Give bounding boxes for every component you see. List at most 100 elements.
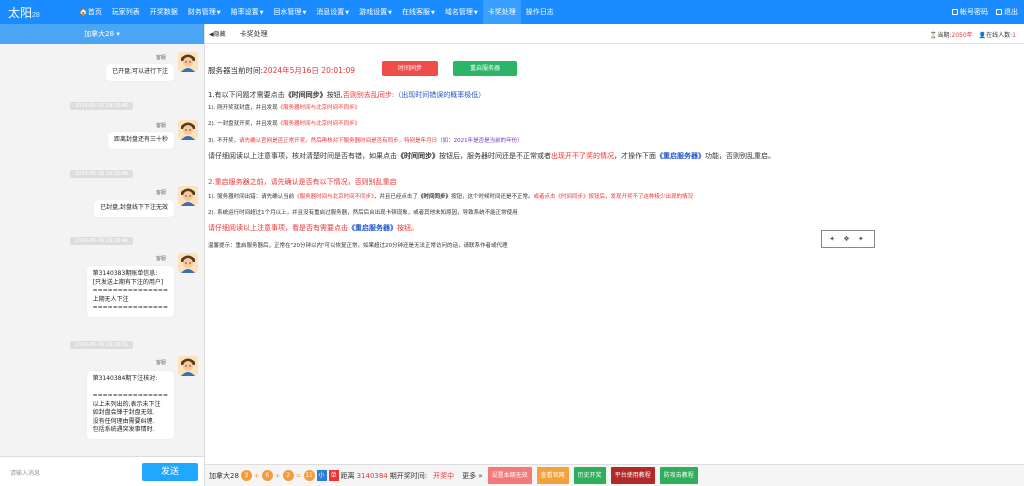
sender-name: 客服	[155, 190, 166, 196]
chat-bubble: 第3140383期账单信息: [只发送上期有下注的用户] ===========…	[86, 266, 174, 317]
nav-item-label: 卡奖处理	[487, 8, 516, 16]
sender-name: 客服	[155, 123, 166, 129]
main-nav: 🏠首页 玩家列表 开奖数据 财务管理▼ 赔率设置▼ 回水管理▼ 消息设置▼ 游戏设置▼ 在线客服…	[74, 0, 559, 24]
nav-item[interactable]: 玩家列表	[107, 0, 145, 24]
open-status: 开奖中	[433, 471, 455, 480]
nav-item[interactable]: 消息设置▼	[311, 0, 354, 24]
online-count: 👤在线人数:1	[978, 31, 1016, 39]
chevron-down-icon: ▾	[116, 30, 120, 38]
section1-title: 1.有以下问题才需要点击《时间同步》按钮,否则别去乱同步:（出现时间错误的概率极…	[208, 91, 486, 99]
more-link[interactable]: 更多 »	[462, 471, 483, 481]
logout-link[interactable]: 退出	[996, 7, 1018, 17]
nav-item-label: 玩家列表	[111, 8, 140, 16]
caret-down-icon: ▼	[431, 10, 435, 16]
size-tag: 小	[316, 470, 327, 481]
section1-note: 请仔细阅读以上注意事项，核对清楚时间是否有错，如果点击《时间同步》按钮后，服务器…	[208, 152, 775, 160]
avatar	[178, 186, 198, 206]
nav-item-label: 赔率设置	[230, 8, 259, 16]
chat-input[interactable]: 请输入消息	[10, 468, 40, 477]
nav-item-label: 域名管理	[444, 8, 473, 16]
section2-title: 2.重启服务器之前，请先确认是否有以下情况，否则别乱重启	[208, 178, 397, 186]
game-name: 加拿大28	[209, 471, 239, 480]
result-ball: 3	[240, 470, 252, 481]
nav-item[interactable]: 操作日志	[521, 0, 559, 24]
chat-bubble: 已开盘,可以进行下注	[106, 64, 174, 81]
tab-card-draw[interactable]: 卡奖处理	[240, 29, 268, 39]
nav-item[interactable]: 游戏设置▼	[354, 0, 397, 24]
parity-tag: 单	[328, 470, 339, 481]
sender-name: 客服	[155, 360, 166, 366]
top-navbar: 太阳28 🏠首页 玩家列表 开奖数据 财务管理▼ 赔率设置▼ 回水管理▼ 消息设置▼ 游戏设置…	[0, 0, 1024, 24]
result-ball: 2	[282, 470, 294, 481]
nav-item-label: 回水管理	[273, 8, 302, 16]
restart-server-button[interactable]: 重启服务器	[453, 61, 517, 76]
distance-label: 距离	[340, 471, 355, 480]
section2-note: 请仔细阅读以上注意事项，看是否有需要点击《重启服务器》按钮。	[208, 224, 418, 232]
avatar	[178, 356, 198, 376]
period-suffix: 期开奖时间:	[389, 471, 428, 480]
nav-item[interactable]: 赔率设置▼	[226, 0, 269, 24]
top-right-actions: 帐号密码 退出	[952, 0, 1018, 24]
result-ball: 6	[261, 470, 273, 481]
section1-item3: 3). 不开奖，请先确认官网是否正常开奖，然后再核对下服务器时间是否有同步，特别…	[208, 138, 523, 144]
warm-tip: 温馨提示：重启服务器后，正常在"20分钟以内"可以恢复正常，如果超过20分钟还是…	[208, 243, 508, 249]
edit-icon	[952, 9, 958, 15]
nav-item-label: 🏠首页	[79, 8, 102, 16]
status-info: ⌛当期:2050年 👤在线人数:1	[930, 24, 1016, 44]
period-status: ⌛当期:2050年	[929, 31, 973, 39]
send-button[interactable]: 发送	[142, 463, 198, 481]
anti-attack-tutorial-button[interactable]: 防攻击教程	[659, 467, 698, 484]
account-password-link[interactable]: 帐号密码	[952, 7, 988, 17]
nav-item-label: 财务管理	[187, 8, 216, 16]
set-period-invalid-button[interactable]: 设置本期无效	[487, 467, 532, 484]
sender-name: 客服	[155, 256, 166, 262]
avatar	[178, 253, 198, 273]
nav-item[interactable]: 回水管理▼	[268, 0, 311, 24]
nav-item-label: 消息设置	[316, 8, 345, 16]
nav-item-label: 操作日志	[525, 8, 554, 16]
chat-panel: 加拿大28 ▾ 客服 已开盘,可以进行下注 客服 距离封盘还有三十秒 客服 已封盘,封盘线…	[0, 24, 205, 486]
server-time-row: 服务器当前时间:2024年5月16日 20:01:09	[208, 66, 356, 75]
result-sum: 11	[303, 470, 315, 481]
seal-stamp-icon: ✦ ❖ ✦	[821, 230, 875, 248]
nav-item-label: 游戏设置	[359, 8, 388, 16]
plus-sign: +	[274, 471, 281, 480]
caret-down-icon: ▼	[259, 10, 264, 16]
bottom-status-bar: 加拿大28 3 + 6 + 2 = 11 小 单 距离 3140384 期开奖时…	[205, 464, 1024, 486]
plus-sign: +	[253, 471, 260, 480]
platform-tutorial-button[interactable]: 平台使用教程	[610, 467, 655, 484]
chat-timestamp: 2024-05-16 19:33:51	[70, 341, 134, 349]
chat-bubble: 已封盘,封盘线下下注无效	[94, 200, 174, 217]
chat-timestamp: 2024-05-16 19:33:46	[70, 237, 134, 245]
section1-item1: 1). 刚开奖就封盘，并且发现《服务器时间与北京时间不同步》	[208, 105, 361, 111]
nav-item[interactable]: 财务管理▼	[183, 0, 226, 24]
chat-bubble: 距离封盘还有三十秒	[107, 132, 174, 149]
app-logo[interactable]: 太阳28	[0, 4, 74, 21]
history-draws-button[interactable]: 历史开奖	[573, 467, 606, 484]
collapse-button[interactable]: ◀隐藏	[205, 29, 226, 38]
view-official-site-button[interactable]: 查看官网	[536, 467, 569, 484]
avatar	[178, 52, 198, 72]
caret-down-icon: ▼	[302, 10, 307, 16]
chat-room-selector[interactable]: 加拿大28 ▾	[0, 24, 204, 44]
nav-item[interactable]: 卡奖处理	[482, 0, 521, 24]
chat-input-area: 请输入消息 发送	[0, 456, 204, 486]
nav-item[interactable]: 🏠首页	[74, 0, 107, 24]
period-number: 3140384	[356, 471, 388, 480]
main-content: 服务器当前时间:2024年5月16日 20:01:09 时间同步 重启服务器 1…	[205, 44, 1024, 464]
caret-down-icon: ▼	[388, 10, 393, 16]
nav-item[interactable]: 开奖数据	[145, 0, 183, 24]
time-sync-button[interactable]: 时间同步	[382, 61, 438, 76]
avatar	[178, 120, 198, 140]
nav-item-label: 在线客服	[402, 8, 431, 16]
chat-timestamp: 2024-05-16 19:33:46	[70, 170, 134, 178]
nav-item[interactable]: 在线客服▼	[397, 0, 440, 24]
sender-name: 客服	[155, 55, 166, 61]
equals-sign: =	[295, 471, 302, 480]
section2-item2: 2). 系统运行时间超过1个月以上，并且没有重启过服务器，然后后台出现卡顿现象，…	[208, 210, 518, 216]
logout-icon	[996, 9, 1002, 15]
tab-bar: ◀隐藏 卡奖处理 ⌛当期:2050年 👤在线人数:1	[205, 24, 1024, 44]
nav-item[interactable]: 域名管理▼	[440, 0, 483, 24]
chat-bubble: 第3140384期下注核对: =============== 以上未列出的,表示…	[86, 371, 174, 439]
nav-item-label: 开奖数据	[149, 8, 178, 16]
